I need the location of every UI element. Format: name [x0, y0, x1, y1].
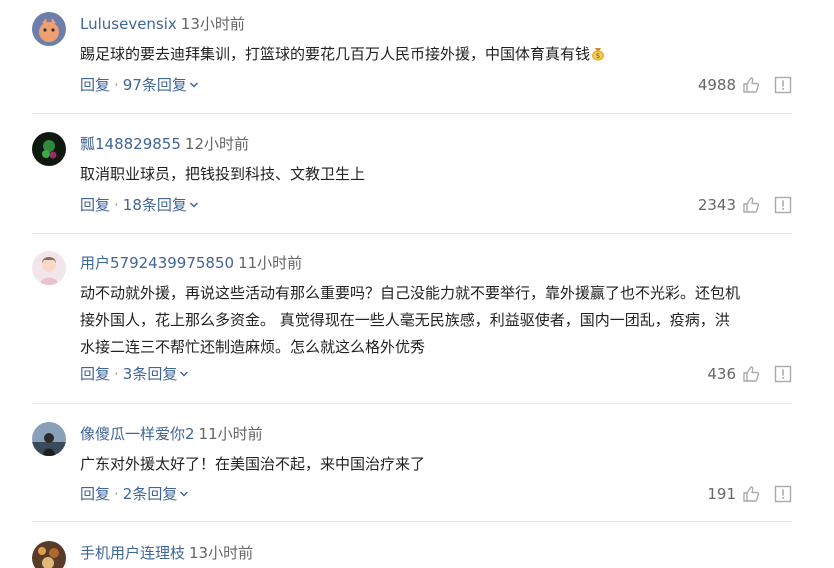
like-count: 191: [707, 485, 736, 503]
chevron-down-icon: [180, 371, 189, 377]
username[interactable]: 手机用户连理枝: [80, 544, 185, 562]
view-replies-link[interactable]: 3条回复: [123, 365, 190, 383]
view-replies-link[interactable]: 2条回复: [123, 485, 190, 503]
money-bag-icon: $: [592, 48, 605, 61]
report-icon[interactable]: [774, 485, 792, 503]
timestamp: 11小时前: [238, 254, 303, 272]
comment-text-content: 取消职业球员，把钱投到科技、文教卫生上: [80, 165, 366, 183]
comment-text: 取消职业球员，把钱投到科技、文教卫生上: [80, 161, 792, 188]
timestamp: 13小时前: [189, 544, 254, 562]
comment-actions: 回复 · 97条回复: [80, 75, 199, 95]
thumbs-up-icon[interactable]: [742, 196, 760, 214]
comment-text-line: 接外国人，花上那么多资金。 真觉得现在一些人毫无民族感，利益驱使者，国内一团乱，…: [80, 311, 730, 329]
avatar[interactable]: [32, 422, 66, 456]
comment-stats: 2343: [698, 195, 792, 215]
username[interactable]: Lulusevensix: [80, 15, 177, 33]
comment-item: 手机用户连理枝 13小时前: [32, 541, 792, 568]
comment-header: 用户5792439975850 11小时前: [80, 253, 302, 273]
separator: ·: [114, 365, 119, 383]
comment-stats: 436: [707, 364, 792, 384]
chevron-down-icon: [189, 202, 198, 208]
comment-actions: 回复 · 18条回复: [80, 195, 199, 215]
replies-count: 18条回复: [122, 196, 187, 214]
separator: ·: [114, 76, 119, 94]
chevron-down-icon: [189, 82, 198, 88]
timestamp: 13小时前: [180, 15, 245, 33]
comment-stats: 191: [707, 484, 792, 504]
replies-count: 3条回复: [122, 365, 178, 383]
chevron-down-icon: [180, 491, 189, 497]
comment-text-line: 动不动就外援，再说这些活动有那么重要吗？自己没能力就不要举行，靠外援赢了也不光彩…: [80, 284, 741, 302]
comment-list: Lulusevensix 13小时前 踢足球的要去迪拜集训，打篮球的要花几百万人民…: [0, 0, 834, 568]
thumbs-up-icon[interactable]: [742, 365, 760, 383]
view-replies-link[interactable]: 97条回复: [123, 76, 199, 94]
comment-header: 瓢148829855 12小时前: [80, 134, 249, 154]
comment-header: 像傻瓜一样爱你2 11小时前: [80, 424, 263, 444]
comment-header: Lulusevensix 13小时前: [80, 14, 245, 34]
report-icon[interactable]: [774, 365, 792, 383]
svg-text:$: $: [596, 52, 600, 60]
like-count: 4988: [697, 76, 736, 94]
username[interactable]: 像傻瓜一样爱你2: [80, 425, 195, 443]
avatar[interactable]: [32, 541, 66, 568]
comment-item: Lulusevensix 13小时前 踢足球的要去迪拜集训，打篮球的要花几百万人民…: [32, 12, 792, 114]
reply-button[interactable]: 回复: [80, 485, 110, 503]
view-replies-link[interactable]: 18条回复: [123, 196, 199, 214]
avatar[interactable]: [32, 132, 66, 166]
separator: ·: [114, 196, 119, 214]
comment-item: 像傻瓜一样爱你2 11小时前 广东对外援太好了！在美国治不起，来中国治疗来了 回复…: [32, 422, 792, 522]
thumbs-up-icon[interactable]: [742, 485, 760, 503]
report-icon[interactable]: [774, 76, 792, 94]
comment-text: 广东对外援太好了！在美国治不起，来中国治疗来了: [80, 451, 792, 478]
report-icon[interactable]: [774, 196, 792, 214]
avatar[interactable]: [32, 12, 66, 46]
comment-actions: 回复 · 2条回复: [80, 484, 189, 504]
comment-stats: 4988: [698, 75, 792, 95]
replies-count: 2条回复: [122, 485, 178, 503]
timestamp: 11小时前: [198, 425, 263, 443]
comment-text-line: 水接二连三不帮忙还制造麻烦。怎么就这么格外优秀: [80, 338, 426, 356]
thumbs-up-icon[interactable]: [742, 76, 760, 94]
like-count: 436: [707, 365, 736, 383]
comment-item: 瓢148829855 12小时前 取消职业球员，把钱投到科技、文教卫生上 回复 · 1…: [32, 132, 792, 234]
comment-actions: 回复 · 3条回复: [80, 364, 189, 384]
reply-button[interactable]: 回复: [80, 76, 110, 94]
comment-text-content: 广东对外援太好了！在美国治不起，来中国治疗来了: [80, 455, 426, 473]
comment-text-content: 踢足球的要去迪拜集训，打篮球的要花几百万人民币接外援，中国体育真有钱: [80, 45, 591, 63]
replies-count: 97条回复: [122, 76, 187, 94]
separator: ·: [114, 485, 119, 503]
comment-header: 手机用户连理枝 13小时前: [80, 543, 253, 563]
comment-item: 用户5792439975850 11小时前 动不动就外援，再说这些活动有那么重要吗…: [32, 251, 792, 404]
avatar[interactable]: [32, 251, 66, 285]
comment-text: 动不动就外援，再说这些活动有那么重要吗？自己没能力就不要举行，靠外援赢了也不光彩…: [80, 280, 792, 361]
timestamp: 12小时前: [184, 135, 249, 153]
like-count: 2343: [697, 196, 736, 214]
comment-text: 踢足球的要去迪拜集训，打篮球的要花几百万人民币接外援，中国体育真有钱 $: [80, 41, 792, 68]
username[interactable]: 用户5792439975850: [80, 254, 234, 272]
reply-button[interactable]: 回复: [80, 365, 110, 383]
reply-button[interactable]: 回复: [80, 196, 110, 214]
username[interactable]: 瓢148829855: [80, 135, 181, 153]
